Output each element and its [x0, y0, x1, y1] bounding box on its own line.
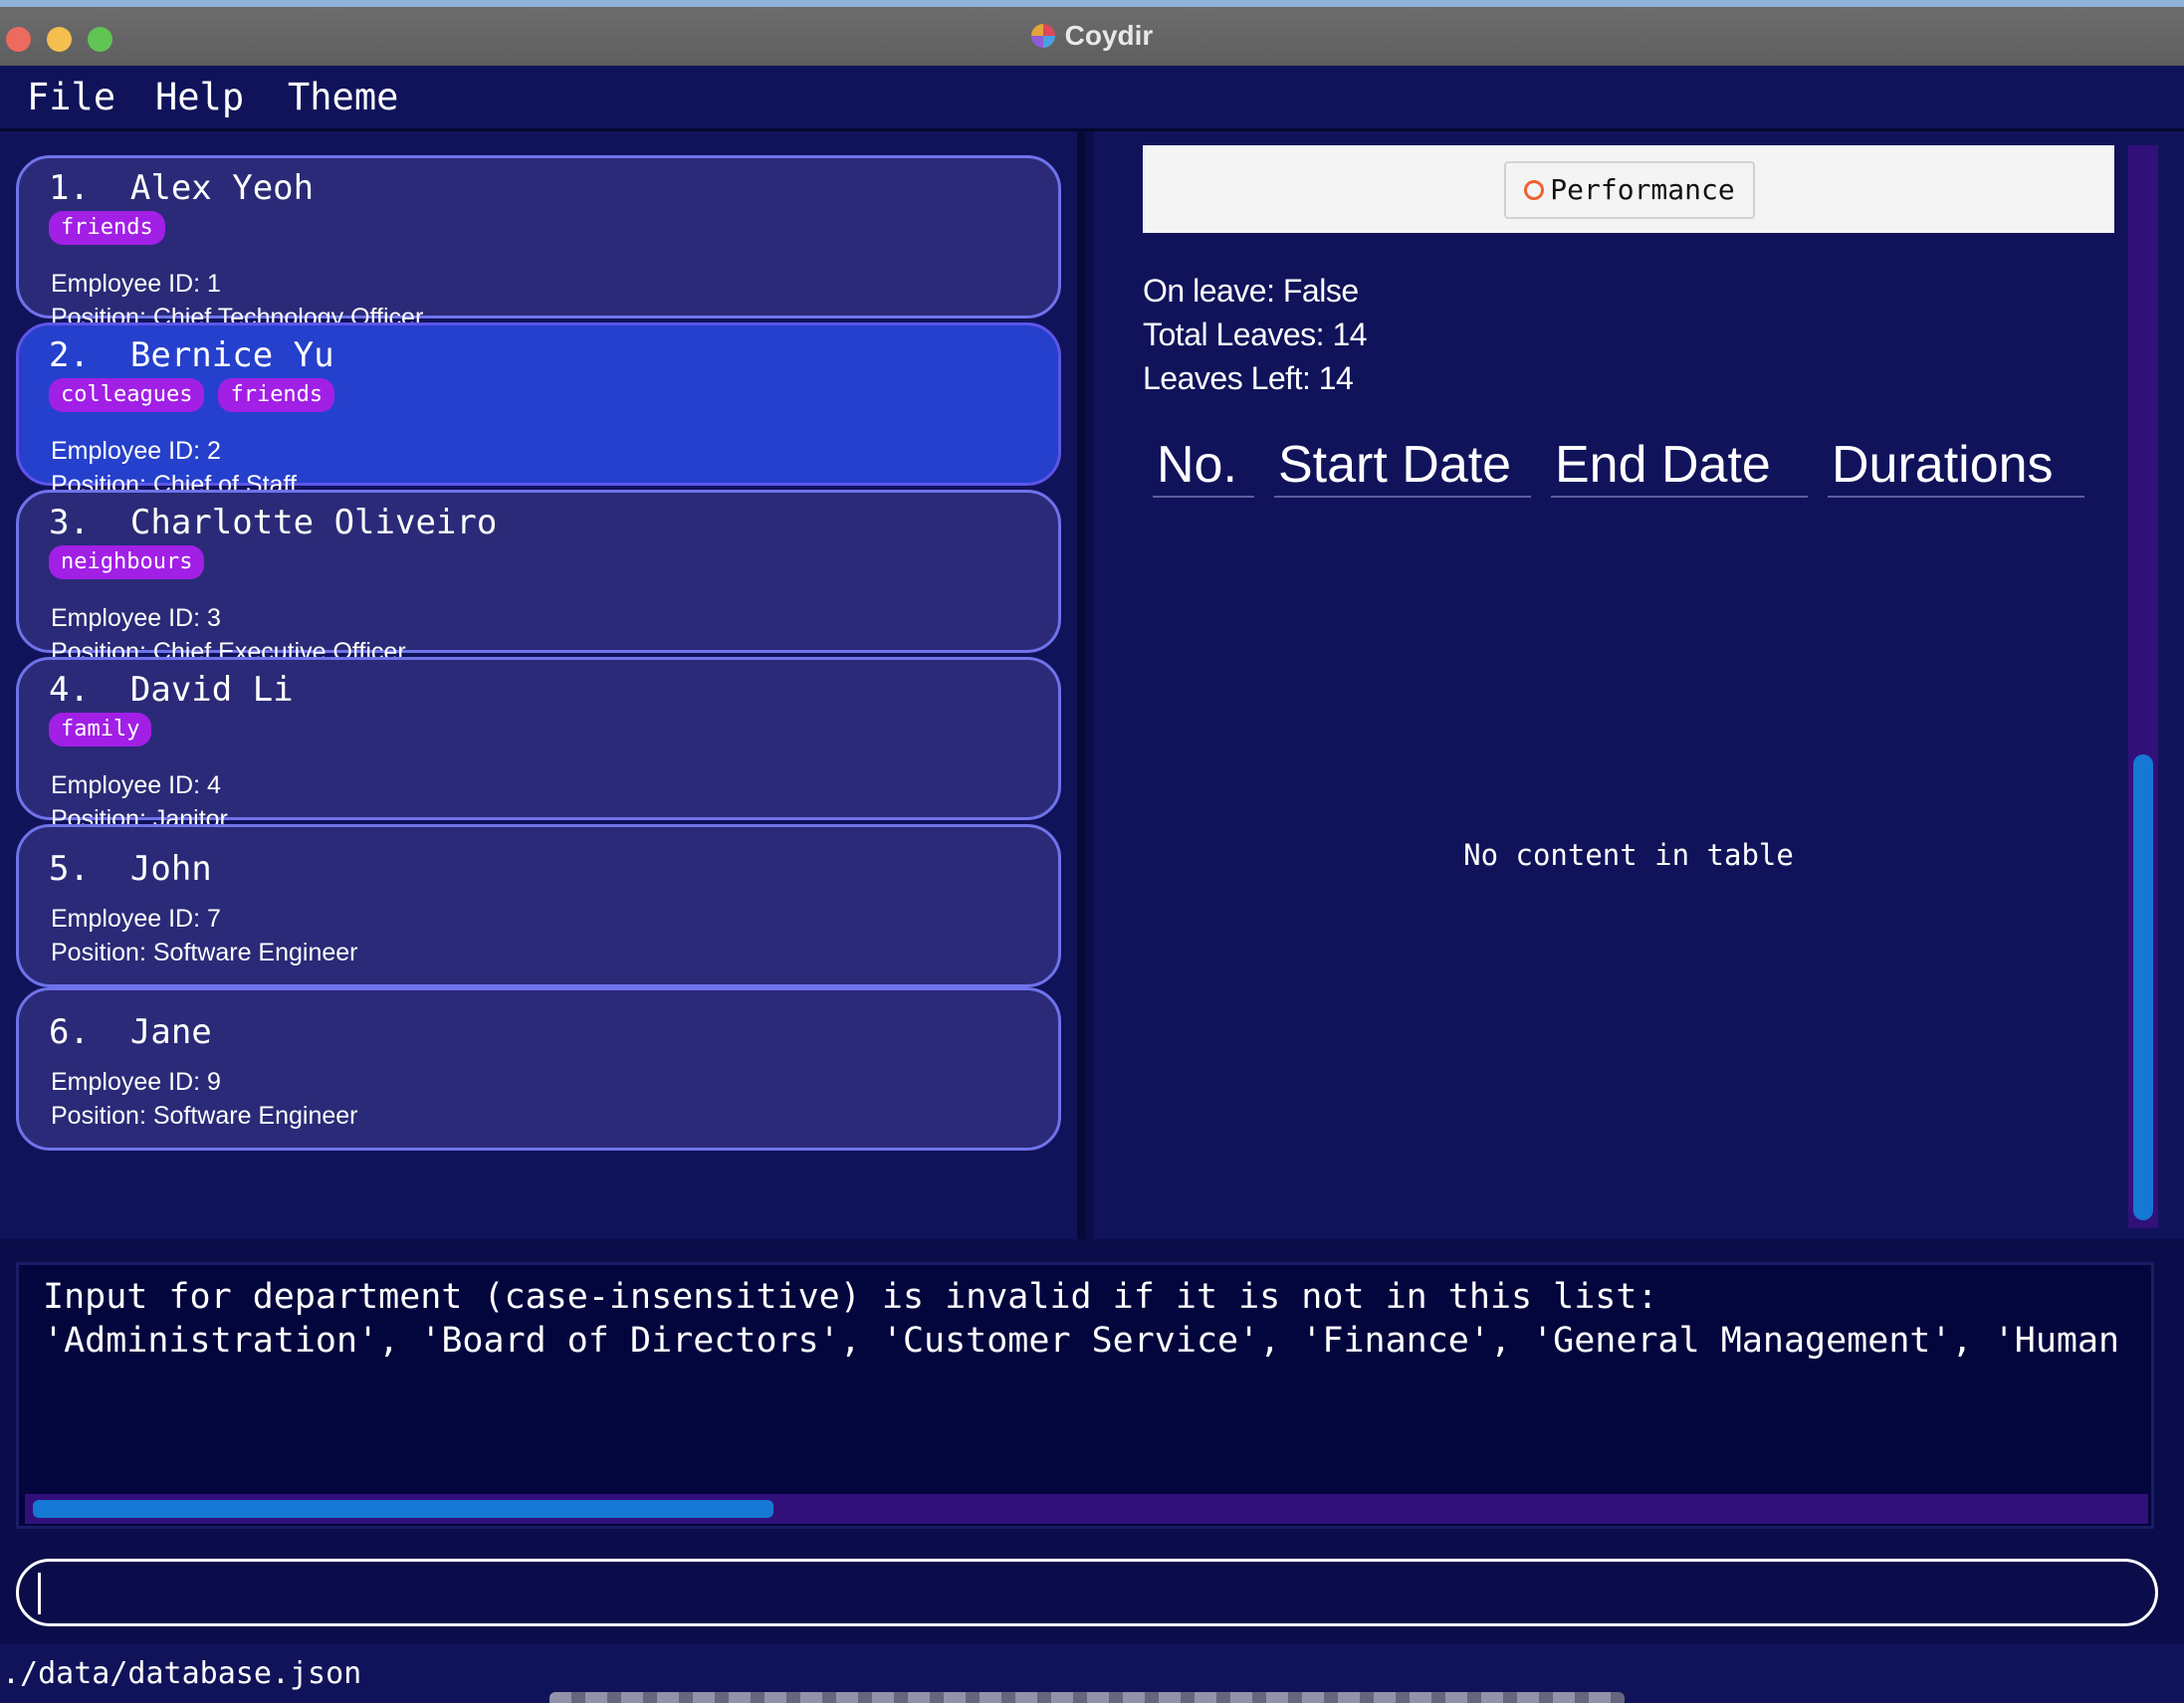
employee-id: Employee ID: 4 — [51, 771, 221, 799]
empty-table-message: No content in table — [1463, 838, 1794, 872]
dock-edge — [549, 1692, 1625, 1703]
employee-name: 2. Bernice Yu — [49, 335, 334, 375]
tab-strip: Performance — [1143, 145, 2114, 233]
employee-detail-panel: Performance On leave: False Total Leaves… — [1093, 131, 2184, 1239]
menu-theme[interactable]: Theme — [288, 76, 398, 118]
tag-badge: neighbours — [49, 545, 205, 579]
employee-position: Position: Software Engineer — [51, 1102, 358, 1130]
menu-bar: File Help Theme — [0, 66, 2184, 131]
radio-circle-icon — [1524, 180, 1545, 200]
employee-name: 1. Alex Yeoh — [49, 168, 315, 208]
employee-list-panel: 1. Alex Yeoh friends Employee ID: 1 Posi… — [0, 131, 1085, 1239]
employee-card-3[interactable]: 3. Charlotte Oliveiro neighbours Employe… — [16, 490, 1061, 666]
window-title: Coydir — [0, 20, 2184, 52]
data-file-path: ./data/database.json — [2, 1656, 362, 1691]
employee-card-1[interactable]: 1. Alex Yeoh friends Employee ID: 1 Posi… — [16, 155, 1061, 331]
text-caret — [38, 1573, 41, 1614]
command-input[interactable] — [16, 1559, 2158, 1626]
column-header-no[interactable]: No. — [1153, 439, 1254, 498]
employee-tags: neighbours — [49, 545, 205, 579]
employee-tags: colleagues friends — [49, 378, 335, 412]
employee-id: Employee ID: 3 — [51, 604, 221, 632]
leaves-left: Leaves Left: 14 — [1143, 360, 1354, 396]
employee-name: 6. Jane — [49, 1012, 212, 1052]
employee-card-4[interactable]: 4. David Li family Employee ID: 4 Positi… — [16, 657, 1061, 833]
result-line-2: 'Administration', 'Board of Directors', … — [43, 1321, 2120, 1361]
title-bar: Coydir — [0, 0, 2184, 66]
tag-badge: friends — [49, 211, 165, 245]
employee-card-6[interactable]: 6. Jane Employee ID: 9 Position: Softwar… — [16, 987, 1061, 1151]
menu-help[interactable]: Help — [155, 76, 244, 118]
employee-position: Position: Software Engineer — [51, 939, 358, 966]
tag-badge: friends — [218, 378, 335, 412]
total-leaves: Total Leaves: 14 — [1143, 317, 1368, 352]
result-display: Input for department (case-insensitive) … — [16, 1262, 2154, 1529]
tag-badge: family — [49, 713, 152, 746]
employee-card-5[interactable]: 5. John Employee ID: 7 Position: Softwar… — [16, 824, 1061, 987]
employee-id: Employee ID: 7 — [51, 905, 221, 933]
employee-tags: friends — [49, 211, 165, 245]
on-leave-status: On leave: False — [1143, 273, 1359, 309]
column-header-start-date[interactable]: Start Date — [1274, 439, 1531, 498]
column-header-durations[interactable]: Durations — [1828, 439, 2084, 498]
column-header-end-date[interactable]: End Date — [1551, 439, 1808, 498]
employee-id: Employee ID: 1 — [51, 270, 221, 298]
result-line-1: Input for department (case-insensitive) … — [43, 1277, 1658, 1317]
employee-name: 3. Charlotte Oliveiro — [49, 503, 498, 542]
horizontal-scrollbar-thumb[interactable] — [33, 1500, 773, 1518]
employee-name: 4. David Li — [49, 670, 294, 710]
tag-badge: colleagues — [49, 378, 205, 412]
tab-performance[interactable]: Performance — [1504, 161, 1755, 219]
employee-id: Employee ID: 2 — [51, 437, 221, 465]
tab-performance-label: Performance — [1550, 173, 1735, 206]
employee-name: 5. John — [49, 849, 212, 889]
app-logo-icon — [1030, 24, 1055, 48]
employee-id: Employee ID: 9 — [51, 1068, 221, 1096]
window-title-text: Coydir — [1064, 20, 1154, 51]
menu-file[interactable]: File — [27, 76, 115, 118]
vertical-scrollbar-thumb[interactable] — [2133, 754, 2153, 1220]
employee-card-2[interactable]: 2. Bernice Yu colleagues friends Employe… — [16, 322, 1061, 499]
employee-tags: family — [49, 713, 152, 746]
